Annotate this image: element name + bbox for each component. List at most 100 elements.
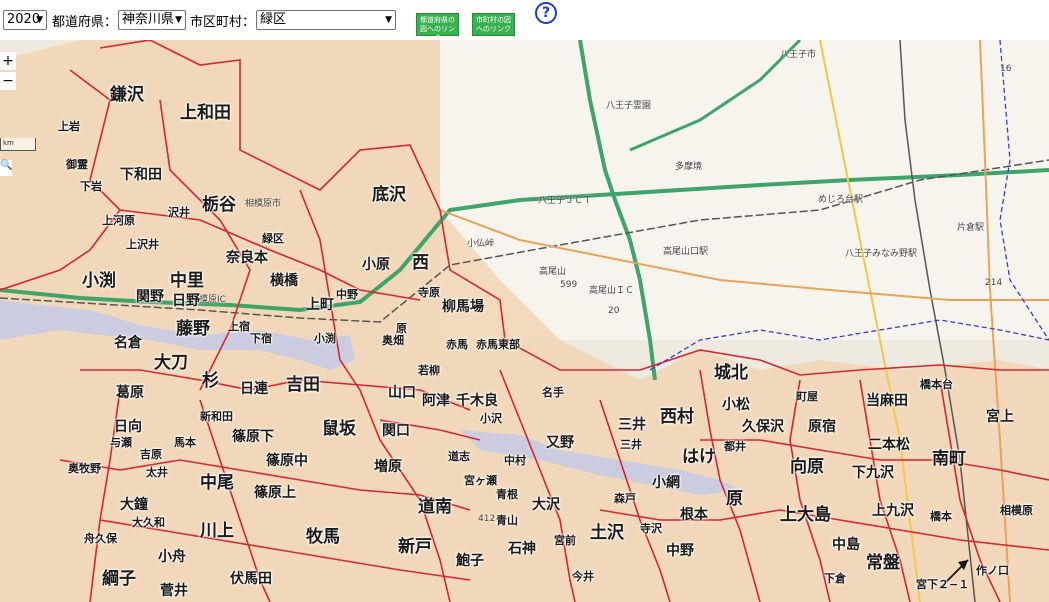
year-select[interactable]: 2020 ▼ xyxy=(3,10,47,30)
district-label: 原 xyxy=(726,489,743,509)
district-label: 関口 xyxy=(382,423,410,439)
district-label: 篠原上 xyxy=(254,485,296,501)
map-label: 八王子ＪＣＴ xyxy=(538,196,593,206)
map-label: 高尾山 xyxy=(539,267,567,277)
district-label: 相模原 xyxy=(1000,504,1033,517)
district-label: 青根 xyxy=(496,488,518,501)
chevron-down-icon: ▼ xyxy=(385,15,392,25)
district-label: 日連 xyxy=(240,381,268,397)
district-label: 宮前 xyxy=(554,534,576,547)
district-label: 与瀬 xyxy=(110,436,132,449)
district-label: 橋本台 xyxy=(920,378,953,391)
district-label: 向原 xyxy=(790,457,824,477)
district-label: 橋本 xyxy=(930,510,952,523)
district-label: 久保沢 xyxy=(742,419,784,435)
district-label: 南町 xyxy=(932,449,966,469)
district-label: 小渕 xyxy=(82,271,116,291)
map-label: 多摩境 xyxy=(675,162,703,172)
district-label: 中野 xyxy=(666,543,694,559)
district-label: 鮑子 xyxy=(456,553,484,569)
map-label: 高尾山口駅 xyxy=(663,247,709,257)
prefecture-select[interactable]: 神奈川県 ▼ xyxy=(118,10,186,30)
district-label: 石神 xyxy=(508,541,536,557)
district-label: 馬本 xyxy=(174,436,196,449)
district-label: 小松 xyxy=(722,397,750,413)
chevron-down-icon: ▼ xyxy=(36,15,43,25)
district-label: 赤馬 xyxy=(446,338,468,351)
district-label: 鼠坂 xyxy=(322,419,356,439)
district-label: 山口 xyxy=(388,385,416,401)
map-label: 相模原市 xyxy=(245,199,282,209)
district-label: 二本松 xyxy=(868,437,910,453)
district-label: 上沢井 xyxy=(126,238,159,251)
district-label: 上河原 xyxy=(102,214,135,227)
district-label: 作ノ口 xyxy=(976,564,1009,577)
map-label: めじろ台駅 xyxy=(818,195,864,205)
district-label: 都井 xyxy=(724,440,746,453)
district-label: 大沢 xyxy=(532,497,560,513)
district-label: 上町 xyxy=(306,297,334,313)
zoom-out-button[interactable]: − xyxy=(0,72,16,90)
district-label: 西村 xyxy=(660,407,694,427)
district-label: 奥畑 xyxy=(382,334,404,347)
prefecture-label: 都道府県： xyxy=(52,15,118,30)
district-label: 柳馬場 xyxy=(442,299,484,315)
prefecture-value: 神奈川県 xyxy=(122,12,175,27)
district-label: 篠原中 xyxy=(266,453,308,469)
district-label: 宮下２−１ xyxy=(916,578,970,591)
zoom-in-button[interactable]: + xyxy=(0,52,16,70)
district-label: 小沢 xyxy=(480,412,502,425)
city-map-link-button[interactable]: 市町村の図へのリンク xyxy=(472,13,515,36)
district-label: 下宿 xyxy=(250,332,272,345)
district-label: 中村 xyxy=(504,454,526,467)
map-label: 20 xyxy=(608,306,620,316)
district-label: 下九沢 xyxy=(852,465,894,481)
district-label: 牧馬 xyxy=(306,527,340,547)
district-label: 城北 xyxy=(714,363,748,383)
district-label: 小舟 xyxy=(158,549,186,565)
map-label: 高尾山ＩＣ xyxy=(589,286,635,296)
district-label: 寺原 xyxy=(418,286,440,299)
district-label: 根本 xyxy=(680,507,708,523)
district-label: 名倉 xyxy=(114,335,142,351)
district-label: 鎌沢 xyxy=(110,85,144,105)
district-label: 大久和 xyxy=(132,516,165,529)
district-label: 奥牧野 xyxy=(68,462,101,475)
district-label: 御霊 xyxy=(66,158,88,171)
district-label: 中島 xyxy=(832,537,860,553)
map-view[interactable]: + − km 🔍 八王子市 八王子霊園 多摩境 相模原市 小仏峠 高尾山 599… xyxy=(0,40,1049,602)
district-label: 上宿 xyxy=(228,320,250,333)
district-label: 小渕 xyxy=(314,332,336,345)
district-label: 杉 xyxy=(202,371,219,391)
toolbar: 2020 ▼ 都道府県： 神奈川県 ▼ 市区町村： 緑区 ▼ 都道府県の図へのリンク … xyxy=(0,0,1049,42)
district-label: 舟久保 xyxy=(84,532,117,545)
district-label: 三井 xyxy=(618,417,646,433)
district-label: 道南 xyxy=(418,497,452,517)
district-label: 阿津 xyxy=(422,393,450,409)
district-label: 伏馬田 xyxy=(230,571,272,587)
help-icon[interactable]: ? xyxy=(535,2,557,24)
magnifier-icon[interactable]: 🔍 xyxy=(0,160,12,176)
district-label: 吉田 xyxy=(286,375,320,395)
district-label: 沢井 xyxy=(168,206,190,219)
district-label: 上九沢 xyxy=(872,503,914,519)
district-label: 又野 xyxy=(546,435,574,451)
district-label: 緑区 xyxy=(262,232,284,245)
district-label: 町屋 xyxy=(796,390,818,403)
district-label: 土沢 xyxy=(590,523,624,543)
district-label: 赤馬東部 xyxy=(476,338,520,351)
district-label: 日野 xyxy=(172,293,200,309)
district-label: 宮上 xyxy=(986,409,1014,425)
district-label: 関野 xyxy=(136,289,164,305)
map-label: 小仏峠 xyxy=(467,239,495,249)
city-label: 市区町村： xyxy=(190,15,256,30)
district-label: 原宿 xyxy=(808,419,836,435)
district-label: 日向 xyxy=(114,419,142,435)
district-label: 森戸 xyxy=(614,492,636,505)
prefecture-map-link-button[interactable]: 都道府県の図へのリンク xyxy=(416,13,459,42)
map-label: 214 xyxy=(985,278,1003,288)
district-label: 小原 xyxy=(362,257,390,273)
district-label: 中野 xyxy=(336,288,358,301)
city-select[interactable]: 緑区 ▼ xyxy=(256,10,396,30)
scale-bar: km xyxy=(0,138,36,151)
